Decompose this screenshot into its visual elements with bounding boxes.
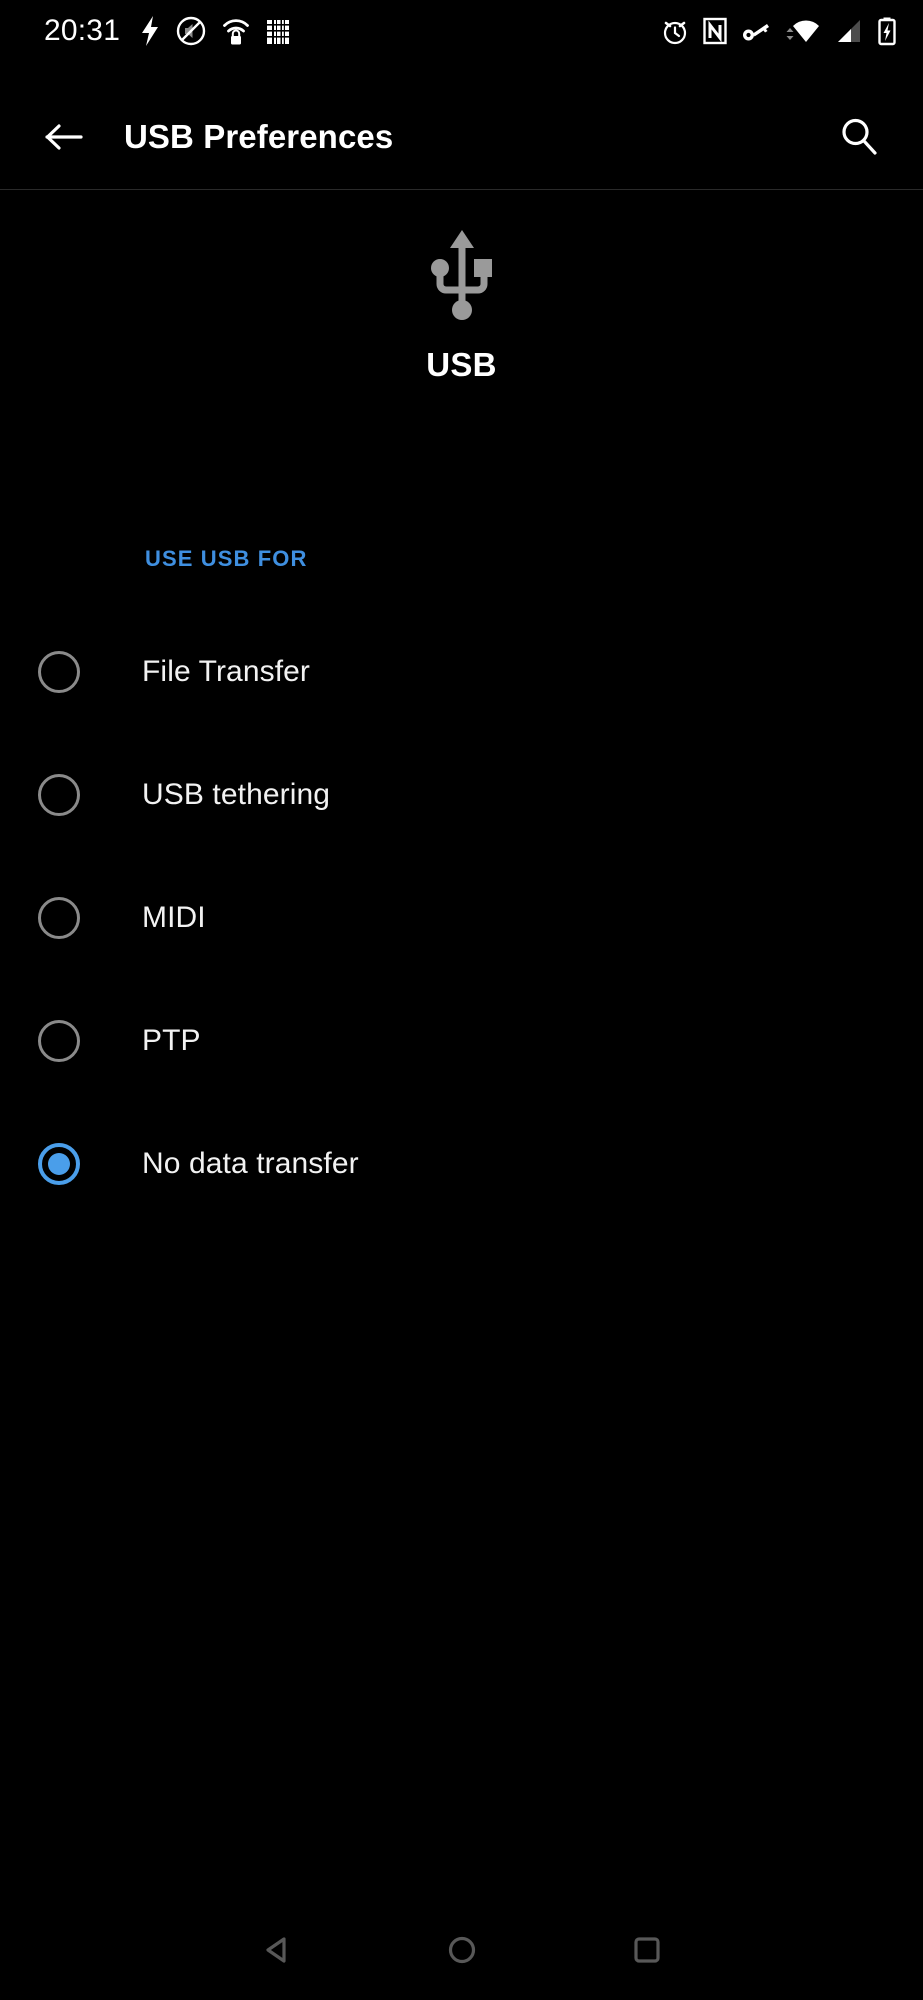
- vpn-key-icon: [743, 24, 769, 41]
- radio-option-label: MIDI: [142, 900, 206, 934]
- radio-option-ptp[interactable]: PTP: [0, 979, 923, 1102]
- back-button[interactable]: [34, 107, 94, 167]
- radio-button-indicator[interactable]: [38, 1019, 80, 1062]
- charging-bolt-icon: [142, 16, 159, 46]
- status-bar-left-group: 20:31: [44, 16, 292, 46]
- nav-back-button[interactable]: [202, 1900, 352, 2000]
- usb-header: USB: [0, 190, 923, 405]
- radio-button-dot: [48, 1152, 70, 1175]
- battery-charging-icon: [878, 17, 896, 46]
- sound-off-icon: [176, 16, 206, 46]
- wifi-data-activity-icon: [786, 20, 819, 42]
- section-label-use-usb-for: USE USB FOR: [145, 546, 308, 571]
- page-title: USB Preferences: [124, 118, 394, 155]
- search-button[interactable]: [829, 107, 889, 167]
- nfc-icon: [703, 17, 727, 45]
- radio-option-usb-tethering[interactable]: USB tethering: [0, 733, 923, 856]
- radio-button-indicator[interactable]: [38, 896, 80, 939]
- radio-option-label: USB tethering: [142, 777, 331, 811]
- status-bar: 20:31: [0, 0, 923, 62]
- radio-option-file-transfer[interactable]: File Transfer: [0, 610, 923, 733]
- radio-button-indicator[interactable]: [38, 650, 80, 693]
- radio-option-label: File Transfer: [142, 654, 311, 688]
- search-icon: [842, 118, 877, 155]
- radio-option-midi[interactable]: MIDI: [0, 856, 923, 979]
- wifi-lock-icon: [223, 19, 249, 45]
- usb-trident-icon: [430, 230, 492, 320]
- radio-option-label: PTP: [142, 1023, 201, 1057]
- sim-toolkit-icon: [267, 20, 290, 44]
- nav-recents-square-icon: [633, 1937, 660, 1963]
- app-bar: USB Preferences: [0, 62, 923, 189]
- status-bar-clock: 20:31: [44, 14, 121, 47]
- nav-home-button[interactable]: [387, 1900, 537, 2000]
- radio-button-indicator[interactable]: [38, 1142, 80, 1185]
- nav-back-triangle-icon: [265, 1937, 286, 1963]
- radio-button-indicator[interactable]: [38, 773, 80, 816]
- arrow-left-icon: [45, 124, 83, 150]
- nav-recents-button[interactable]: [572, 1900, 722, 2000]
- radio-option-no-data-transfer[interactable]: No data transfer: [0, 1102, 923, 1225]
- status-bar-right-group: [661, 16, 897, 46]
- android-navigation-bar: [0, 1900, 923, 2000]
- cellular-signal-icon: [838, 20, 860, 42]
- usb-mode-radio-group: File Transfer USB tethering MIDI PTP No …: [0, 610, 923, 1225]
- radio-option-label: No data transfer: [142, 1146, 359, 1180]
- alarm-clock-icon: [663, 21, 687, 45]
- usb-header-title: USB: [426, 346, 497, 383]
- nav-home-circle-icon: [448, 1936, 475, 1964]
